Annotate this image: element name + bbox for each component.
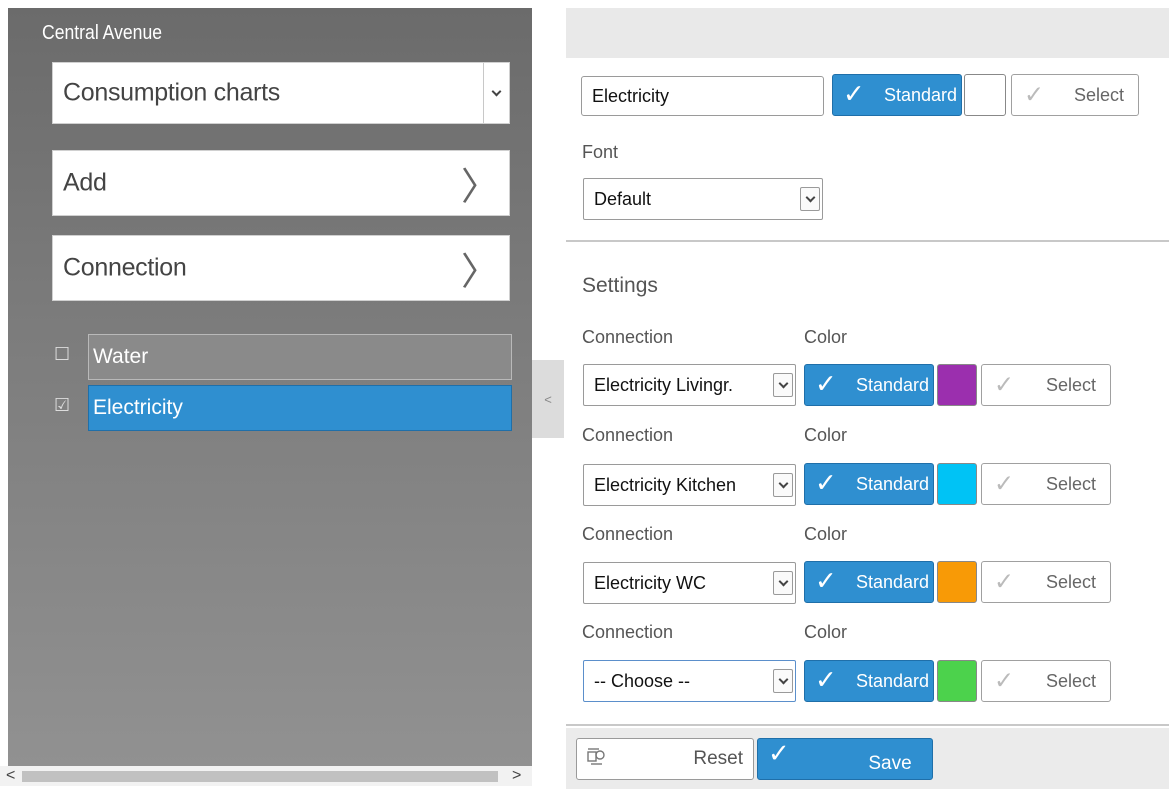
list-item-label[interactable]: Water — [88, 334, 512, 380]
reset-label: Reset — [693, 748, 743, 769]
connection-select-4[interactable]: -- Choose -- — [583, 660, 796, 702]
list-item-water[interactable]: ☐ Water — [52, 334, 512, 380]
standard-label: Standard — [883, 84, 957, 105]
settings-title: Settings — [582, 274, 658, 297]
color-swatch[interactable] — [937, 660, 977, 702]
scroll-right-icon[interactable]: > — [512, 766, 521, 786]
connection-label: Connection — [582, 327, 674, 347]
name-input[interactable]: Electricity — [581, 76, 824, 116]
standard-button[interactable]: ✓ Standard — [804, 463, 934, 505]
connection-label: Connection — [582, 524, 674, 544]
check-icon: ✓ — [815, 566, 837, 597]
select-button[interactable]: ✓ Select — [981, 561, 1111, 603]
color-swatch[interactable] — [937, 463, 977, 505]
connection-value: Electricity Kitchen — [594, 474, 737, 495]
list-item-label[interactable]: Electricity — [88, 385, 512, 431]
chevron-right-icon: 〉 — [460, 164, 499, 209]
check-icon: ✓ — [994, 469, 1015, 498]
select-button[interactable]: ✓ Select — [981, 660, 1111, 702]
check-icon: ✓ — [994, 370, 1015, 399]
standard-label: Standard — [855, 473, 929, 494]
color-swatch[interactable] — [964, 74, 1006, 116]
color-swatch[interactable] — [937, 364, 977, 406]
add-menu-item[interactable]: Add 〉 — [52, 150, 510, 216]
select-button[interactable]: ✓ Select — [1011, 74, 1139, 116]
connection-menu-item[interactable]: Connection 〉 — [52, 235, 510, 301]
collapse-panel-button[interactable]: < — [532, 360, 564, 438]
select-label: Select — [1073, 84, 1124, 105]
standard-label: Standard — [855, 670, 929, 691]
connection-value: Electricity WC — [594, 572, 706, 593]
connection-value: -- Choose -- — [594, 670, 691, 691]
chevron-down-icon[interactable] — [773, 473, 793, 497]
chevron-down-icon[interactable] — [773, 669, 793, 693]
view-select-value: Consumption charts — [63, 78, 280, 107]
reset-icon — [587, 748, 605, 765]
color-label: Color — [804, 622, 848, 642]
left-panel: Central Avenue Consumption charts Add 〉 … — [8, 8, 532, 766]
horizontal-scrollbar[interactable]: < > — [0, 766, 532, 786]
select-label: Select — [1045, 473, 1096, 494]
check-icon: ✓ — [768, 739, 790, 769]
check-icon: ✓ — [815, 369, 837, 400]
standard-label: Standard — [855, 374, 929, 395]
connection-value: Electricity Livingr. — [594, 374, 734, 395]
color-swatch[interactable] — [937, 561, 977, 603]
check-icon: ✓ — [815, 468, 837, 499]
font-select-value: Default — [594, 188, 652, 209]
connection-select-2[interactable]: Electricity Kitchen — [583, 464, 796, 506]
check-icon: ✓ — [994, 666, 1015, 695]
chevron-down-icon[interactable] — [773, 571, 793, 595]
font-label: Font — [582, 142, 619, 162]
check-icon: ✓ — [1024, 80, 1045, 109]
connection-label: Connection — [582, 622, 674, 642]
select-button[interactable]: ✓ Select — [981, 364, 1111, 406]
check-icon: ✓ — [815, 665, 837, 696]
select-button[interactable]: ✓ Select — [981, 463, 1111, 505]
panel-title: Central Avenue — [42, 22, 163, 44]
checkbox-water[interactable]: ☐ — [54, 346, 72, 364]
chevron-down-icon[interactable] — [773, 373, 793, 397]
select-label: Select — [1045, 571, 1096, 592]
divider — [566, 240, 1169, 242]
connection-select-3[interactable]: Electricity WC — [583, 562, 796, 604]
font-select[interactable]: Default — [583, 178, 823, 220]
connection-label: Connection — [63, 253, 187, 282]
top-bar — [566, 8, 1169, 58]
connection-select-1[interactable]: Electricity Livingr. — [583, 364, 796, 406]
scrollbar-thumb[interactable] — [22, 771, 498, 782]
color-label: Color — [804, 327, 848, 347]
list-item-electricity[interactable]: ☑ Electricity — [52, 385, 512, 431]
chevron-down-icon[interactable] — [800, 187, 820, 211]
connection-label: Connection — [582, 425, 674, 445]
scroll-left-icon[interactable]: < — [6, 766, 15, 786]
standard-button[interactable]: ✓ Standard — [832, 74, 962, 116]
color-label: Color — [804, 524, 848, 544]
view-select[interactable]: Consumption charts — [52, 62, 510, 124]
chevron-right-icon: 〉 — [460, 249, 499, 294]
color-label: Color — [804, 425, 848, 445]
check-icon: ✓ — [994, 567, 1015, 596]
save-button[interactable]: ✓ Save — [757, 738, 933, 780]
standard-button[interactable]: ✓ Standard — [804, 364, 934, 406]
reset-button[interactable]: Reset — [576, 738, 754, 780]
check-icon: ✓ — [843, 79, 865, 110]
standard-button[interactable]: ✓ Standard — [804, 660, 934, 702]
select-label: Select — [1045, 670, 1096, 691]
chevron-down-icon[interactable] — [483, 63, 509, 123]
add-label: Add — [63, 168, 107, 197]
standard-label: Standard — [855, 571, 929, 592]
save-label: Save — [868, 753, 912, 774]
checkbox-electricity[interactable]: ☑ — [54, 397, 72, 415]
standard-button[interactable]: ✓ Standard — [804, 561, 934, 603]
select-label: Select — [1045, 374, 1096, 395]
divider — [566, 724, 1169, 726]
